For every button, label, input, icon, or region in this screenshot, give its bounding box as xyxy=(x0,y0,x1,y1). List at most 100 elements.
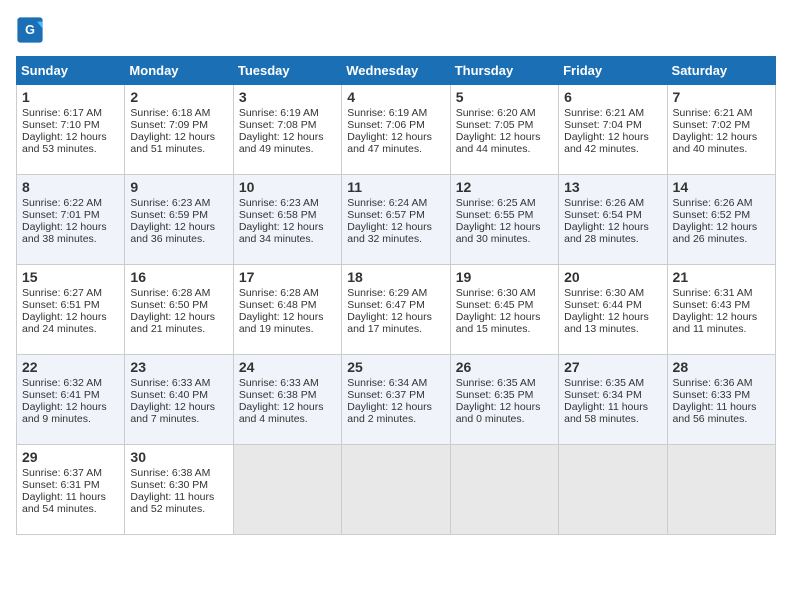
calendar-row: 8 Sunrise: 6:22 AM Sunset: 7:01 PM Dayli… xyxy=(17,175,776,265)
sunrise-label: Sunrise: 6:32 AM xyxy=(22,377,102,389)
sunrise-label: Sunrise: 6:34 AM xyxy=(347,377,427,389)
sunset-label: Sunset: 7:08 PM xyxy=(239,119,317,131)
daylight-label: Daylight: 12 hours and 42 minutes. xyxy=(564,131,649,155)
day-number: 13 xyxy=(564,179,661,195)
daylight-label: Daylight: 12 hours and 17 minutes. xyxy=(347,311,432,335)
table-cell: 23 Sunrise: 6:33 AM Sunset: 6:40 PM Dayl… xyxy=(125,355,233,445)
daylight-label: Daylight: 12 hours and 47 minutes. xyxy=(347,131,432,155)
table-cell: 8 Sunrise: 6:22 AM Sunset: 7:01 PM Dayli… xyxy=(17,175,125,265)
daylight-label: Daylight: 12 hours and 19 minutes. xyxy=(239,311,324,335)
daylight-label: Daylight: 11 hours and 56 minutes. xyxy=(673,401,757,425)
daylight-label: Daylight: 12 hours and 9 minutes. xyxy=(22,401,107,425)
day-number: 15 xyxy=(22,269,119,285)
daylight-label: Daylight: 12 hours and 32 minutes. xyxy=(347,221,432,245)
sunrise-label: Sunrise: 6:23 AM xyxy=(239,197,319,209)
sunrise-label: Sunrise: 6:25 AM xyxy=(456,197,536,209)
sunset-label: Sunset: 7:01 PM xyxy=(22,209,100,221)
day-number: 14 xyxy=(673,179,770,195)
logo: G xyxy=(16,16,48,44)
day-number: 23 xyxy=(130,359,227,375)
table-cell: 9 Sunrise: 6:23 AM Sunset: 6:59 PM Dayli… xyxy=(125,175,233,265)
daylight-label: Daylight: 11 hours and 54 minutes. xyxy=(22,491,106,515)
sunrise-label: Sunrise: 6:22 AM xyxy=(22,197,102,209)
sunset-label: Sunset: 7:04 PM xyxy=(564,119,642,131)
table-cell xyxy=(233,445,341,535)
daylight-label: Daylight: 11 hours and 52 minutes. xyxy=(130,491,214,515)
daylight-label: Daylight: 12 hours and 38 minutes. xyxy=(22,221,107,245)
sunrise-label: Sunrise: 6:30 AM xyxy=(564,287,644,299)
sunrise-label: Sunrise: 6:31 AM xyxy=(673,287,753,299)
sunset-label: Sunset: 7:02 PM xyxy=(673,119,751,131)
sunrise-label: Sunrise: 6:21 AM xyxy=(564,107,644,119)
sunset-label: Sunset: 6:57 PM xyxy=(347,209,425,221)
calendar-row: 15 Sunrise: 6:27 AM Sunset: 6:51 PM Dayl… xyxy=(17,265,776,355)
sunset-label: Sunset: 6:37 PM xyxy=(347,389,425,401)
calendar-body: 1 Sunrise: 6:17 AM Sunset: 7:10 PM Dayli… xyxy=(17,85,776,535)
daylight-label: Daylight: 12 hours and 53 minutes. xyxy=(22,131,107,155)
sunset-label: Sunset: 6:41 PM xyxy=(22,389,100,401)
table-cell: 22 Sunrise: 6:32 AM Sunset: 6:41 PM Dayl… xyxy=(17,355,125,445)
table-cell: 29 Sunrise: 6:37 AM Sunset: 6:31 PM Dayl… xyxy=(17,445,125,535)
sunset-label: Sunset: 6:38 PM xyxy=(239,389,317,401)
sunrise-label: Sunrise: 6:33 AM xyxy=(239,377,319,389)
sunset-label: Sunset: 6:51 PM xyxy=(22,299,100,311)
daylight-label: Daylight: 12 hours and 30 minutes. xyxy=(456,221,541,245)
table-cell: 27 Sunrise: 6:35 AM Sunset: 6:34 PM Dayl… xyxy=(559,355,667,445)
day-number: 16 xyxy=(130,269,227,285)
sunrise-label: Sunrise: 6:28 AM xyxy=(239,287,319,299)
sunrise-label: Sunrise: 6:26 AM xyxy=(564,197,644,209)
day-number: 6 xyxy=(564,89,661,105)
col-tuesday: Tuesday xyxy=(233,57,341,85)
daylight-label: Daylight: 12 hours and 0 minutes. xyxy=(456,401,541,425)
day-number: 10 xyxy=(239,179,336,195)
day-number: 21 xyxy=(673,269,770,285)
sunset-label: Sunset: 6:33 PM xyxy=(673,389,751,401)
table-cell: 30 Sunrise: 6:38 AM Sunset: 6:30 PM Dayl… xyxy=(125,445,233,535)
day-number: 26 xyxy=(456,359,553,375)
daylight-label: Daylight: 12 hours and 4 minutes. xyxy=(239,401,324,425)
table-cell: 10 Sunrise: 6:23 AM Sunset: 6:58 PM Dayl… xyxy=(233,175,341,265)
sunrise-label: Sunrise: 6:35 AM xyxy=(564,377,644,389)
col-thursday: Thursday xyxy=(450,57,558,85)
table-cell: 1 Sunrise: 6:17 AM Sunset: 7:10 PM Dayli… xyxy=(17,85,125,175)
table-cell: 2 Sunrise: 6:18 AM Sunset: 7:09 PM Dayli… xyxy=(125,85,233,175)
sunset-label: Sunset: 6:31 PM xyxy=(22,479,100,491)
daylight-label: Daylight: 12 hours and 34 minutes. xyxy=(239,221,324,245)
day-number: 1 xyxy=(22,89,119,105)
sunset-label: Sunset: 6:59 PM xyxy=(130,209,208,221)
table-cell: 18 Sunrise: 6:29 AM Sunset: 6:47 PM Dayl… xyxy=(342,265,450,355)
table-cell: 25 Sunrise: 6:34 AM Sunset: 6:37 PM Dayl… xyxy=(342,355,450,445)
sunset-label: Sunset: 6:52 PM xyxy=(673,209,751,221)
table-cell xyxy=(450,445,558,535)
table-cell: 24 Sunrise: 6:33 AM Sunset: 6:38 PM Dayl… xyxy=(233,355,341,445)
day-number: 19 xyxy=(456,269,553,285)
daylight-label: Daylight: 12 hours and 49 minutes. xyxy=(239,131,324,155)
svg-text:G: G xyxy=(25,23,35,37)
table-cell xyxy=(667,445,775,535)
table-cell xyxy=(342,445,450,535)
sunset-label: Sunset: 6:50 PM xyxy=(130,299,208,311)
sunset-label: Sunset: 6:34 PM xyxy=(564,389,642,401)
daylight-label: Daylight: 12 hours and 11 minutes. xyxy=(673,311,758,335)
day-number: 5 xyxy=(456,89,553,105)
sunrise-label: Sunrise: 6:36 AM xyxy=(673,377,753,389)
daylight-label: Daylight: 12 hours and 24 minutes. xyxy=(22,311,107,335)
table-cell: 17 Sunrise: 6:28 AM Sunset: 6:48 PM Dayl… xyxy=(233,265,341,355)
sunrise-label: Sunrise: 6:38 AM xyxy=(130,467,210,479)
day-number: 4 xyxy=(347,89,444,105)
calendar-header-row: Sunday Monday Tuesday Wednesday Thursday… xyxy=(17,57,776,85)
sunset-label: Sunset: 6:55 PM xyxy=(456,209,534,221)
col-friday: Friday xyxy=(559,57,667,85)
sunset-label: Sunset: 7:10 PM xyxy=(22,119,100,131)
sunrise-label: Sunrise: 6:19 AM xyxy=(239,107,319,119)
sunset-label: Sunset: 6:54 PM xyxy=(564,209,642,221)
day-number: 3 xyxy=(239,89,336,105)
table-cell: 20 Sunrise: 6:30 AM Sunset: 6:44 PM Dayl… xyxy=(559,265,667,355)
sunrise-label: Sunrise: 6:33 AM xyxy=(130,377,210,389)
sunset-label: Sunset: 6:44 PM xyxy=(564,299,642,311)
table-cell: 21 Sunrise: 6:31 AM Sunset: 6:43 PM Dayl… xyxy=(667,265,775,355)
day-number: 28 xyxy=(673,359,770,375)
table-cell xyxy=(559,445,667,535)
table-cell: 11 Sunrise: 6:24 AM Sunset: 6:57 PM Dayl… xyxy=(342,175,450,265)
daylight-label: Daylight: 12 hours and 7 minutes. xyxy=(130,401,215,425)
